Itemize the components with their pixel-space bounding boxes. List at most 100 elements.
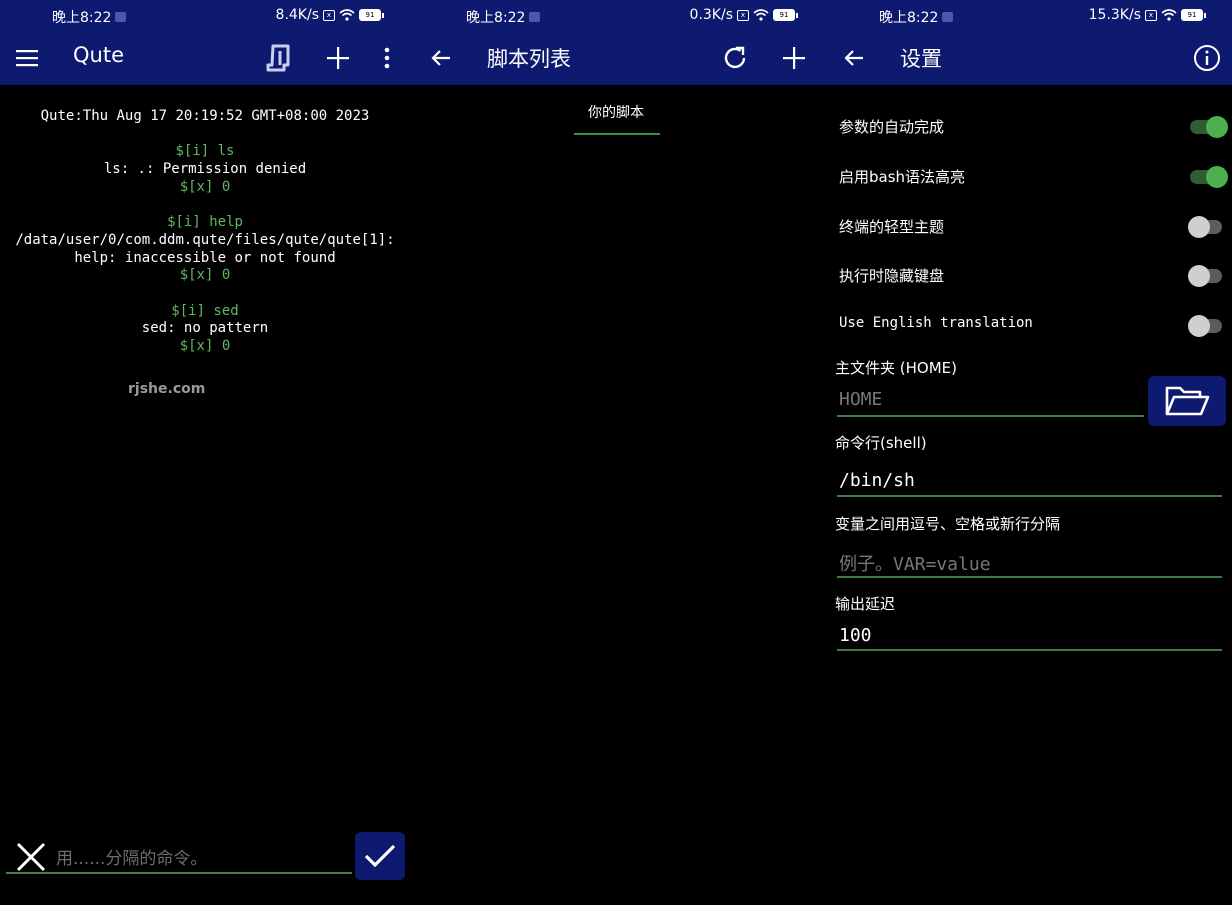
notification-icon — [529, 12, 541, 22]
toggle-switch[interactable] — [1188, 216, 1222, 238]
tab-indicator — [574, 133, 660, 135]
notification-icon — [942, 12, 954, 22]
terminal-line: $[x] 0 — [179, 178, 231, 195]
page-title: 设置 — [900, 47, 942, 71]
setting-hide-keyboard[interactable]: 执行时隐藏键盘 — [839, 255, 1222, 295]
setting-label: 参数的自动完成 — [839, 118, 945, 136]
app-toolbar: 脚本列表 — [410, 32, 824, 85]
home-input[interactable]: HOME — [839, 389, 882, 410]
menu-icon[interactable] — [13, 44, 41, 72]
watermark: rjshe.com — [128, 381, 206, 397]
app-toolbar: 设置 — [824, 32, 1232, 85]
status-right-group: 8.4K/s x 91 — [276, 7, 384, 23]
page-title: 脚本列表 — [487, 47, 571, 71]
terminal-line: $[i] sed — [171, 302, 239, 319]
wifi-icon — [1161, 9, 1177, 21]
terminal-line: help: inaccessible or not found — [74, 249, 336, 266]
toggle-switch[interactable] — [1190, 116, 1228, 138]
battery-icon: 91 — [1181, 9, 1206, 21]
wifi-icon — [339, 9, 355, 21]
check-icon — [364, 844, 396, 868]
vars-input[interactable]: 例子。VAR=value — [839, 550, 991, 576]
setting-light-theme[interactable]: 终端的轻型主题 — [839, 206, 1222, 246]
run-command-button[interactable] — [355, 832, 405, 880]
terminal-line: $[x] 0 — [179, 338, 231, 355]
terminal-line: ls: .: Permission denied — [103, 161, 307, 178]
back-arrow-icon[interactable] — [427, 44, 455, 72]
delay-label: 输出延迟 — [835, 595, 896, 613]
close-icon[interactable] — [14, 840, 48, 874]
terminal-gap — [0, 126, 410, 144]
battery-level: 91 — [359, 9, 381, 21]
toggle-switch[interactable] — [1190, 166, 1228, 188]
status-time-group: 晚上8:22 — [466, 7, 541, 27]
delay-input[interactable]: 100 — [839, 625, 872, 646]
more-vert-icon[interactable] — [373, 44, 401, 72]
app-title: Qute — [73, 43, 124, 67]
shell-label: 命令行(shell) — [835, 434, 927, 452]
no-sim-icon: x — [323, 9, 335, 21]
refresh-icon[interactable] — [721, 44, 749, 72]
setting-english[interactable]: Use English translation — [839, 305, 1222, 345]
status-time-group: 晚上8:22 — [879, 7, 954, 27]
terminal-panel: 晚上8:22 8.4K/s x 91 Qute Qute:Thu Aug 17 … — [0, 0, 410, 905]
plus-icon[interactable] — [780, 44, 808, 72]
setting-label: 启用bash语法高亮 — [839, 168, 966, 186]
command-input[interactable]: 用......分隔的命令。 — [56, 844, 352, 869]
no-sim-icon: x — [737, 9, 749, 21]
notification-icon — [115, 12, 127, 22]
battery-level: 91 — [773, 9, 795, 21]
scripts-panel: 晚上8:22 0.3K/s x 91 脚本列表 你的脚本 — [410, 0, 824, 905]
terminal-output: Qute:Thu Aug 17 20:19:52 GMT+08:00 2023 $… — [0, 108, 410, 356]
terminal-line: sed: no pattern — [141, 320, 269, 337]
choose-folder-button[interactable] — [1148, 376, 1226, 426]
battery-icon: 91 — [773, 9, 798, 21]
vars-input-underline — [837, 576, 1222, 578]
app-toolbar: Qute — [0, 32, 410, 85]
back-arrow-icon[interactable] — [840, 44, 868, 72]
status-bar: 晚上8:22 15.3K/s x 91 — [824, 0, 1232, 32]
command-bar: 用......分隔的命令。 — [6, 832, 406, 880]
status-bar: 晚上8:22 8.4K/s x 91 — [0, 0, 410, 32]
terminal-gap — [0, 285, 410, 303]
shell-input-underline — [837, 495, 1222, 497]
terminal-line: Qute:Thu Aug 17 20:19:52 GMT+08:00 2023 — [40, 108, 370, 124]
command-input-underline — [6, 872, 352, 874]
no-sim-icon: x — [1145, 9, 1157, 21]
battery-level: 91 — [1181, 9, 1203, 21]
folder-open-icon — [1165, 386, 1210, 416]
terminal-line: /data/user/0/com.ddm.qute/files/qute/qut… — [15, 231, 395, 248]
tab-your-scripts[interactable]: 你的脚本 — [573, 102, 659, 122]
setting-label: 终端的轻型主题 — [839, 218, 945, 236]
setting-bash-highlight[interactable]: 启用bash语法高亮 — [839, 156, 1228, 196]
shell-input[interactable]: /bin/sh — [839, 470, 915, 491]
info-icon[interactable] — [1193, 44, 1221, 72]
network-speed: 8.4K/s — [275, 7, 319, 23]
wifi-icon — [753, 9, 769, 21]
script-icon[interactable] — [264, 44, 292, 72]
network-speed: 15.3K/s — [1088, 7, 1141, 23]
plus-icon[interactable] — [324, 44, 352, 72]
status-time: 晚上8:22 — [879, 10, 939, 26]
status-bar: 晚上8:22 0.3K/s x 91 — [410, 0, 824, 32]
setting-label: 执行时隐藏键盘 — [839, 267, 945, 285]
status-time: 晚上8:22 — [52, 10, 112, 26]
delay-input-underline — [837, 649, 1222, 651]
status-time: 晚上8:22 — [466, 10, 526, 26]
toggle-switch[interactable] — [1188, 265, 1222, 287]
terminal-line: $[i] ls — [175, 143, 235, 160]
settings-panel: 晚上8:22 15.3K/s x 91 设置 参数的自动完成 启用bash语法高… — [824, 0, 1232, 905]
toggle-switch[interactable] — [1188, 315, 1222, 337]
terminal-gap — [0, 197, 410, 215]
setting-label: Use English translation — [839, 315, 1033, 331]
network-speed: 0.3K/s — [689, 7, 733, 23]
home-input-underline — [837, 415, 1144, 417]
status-time-group: 晚上8:22 — [52, 7, 127, 27]
terminal-line: $[x] 0 — [179, 267, 231, 284]
status-right-group: 15.3K/s x 91 — [1089, 7, 1206, 23]
home-label: 主文件夹 (HOME) — [835, 359, 957, 377]
status-right-group: 0.3K/s x 91 — [690, 7, 798, 23]
terminal-line: $[i] help — [167, 214, 243, 231]
setting-autocomplete[interactable]: 参数的自动完成 — [839, 106, 1228, 146]
vars-label: 变量之间用逗号、空格或新行分隔 — [835, 515, 1061, 533]
